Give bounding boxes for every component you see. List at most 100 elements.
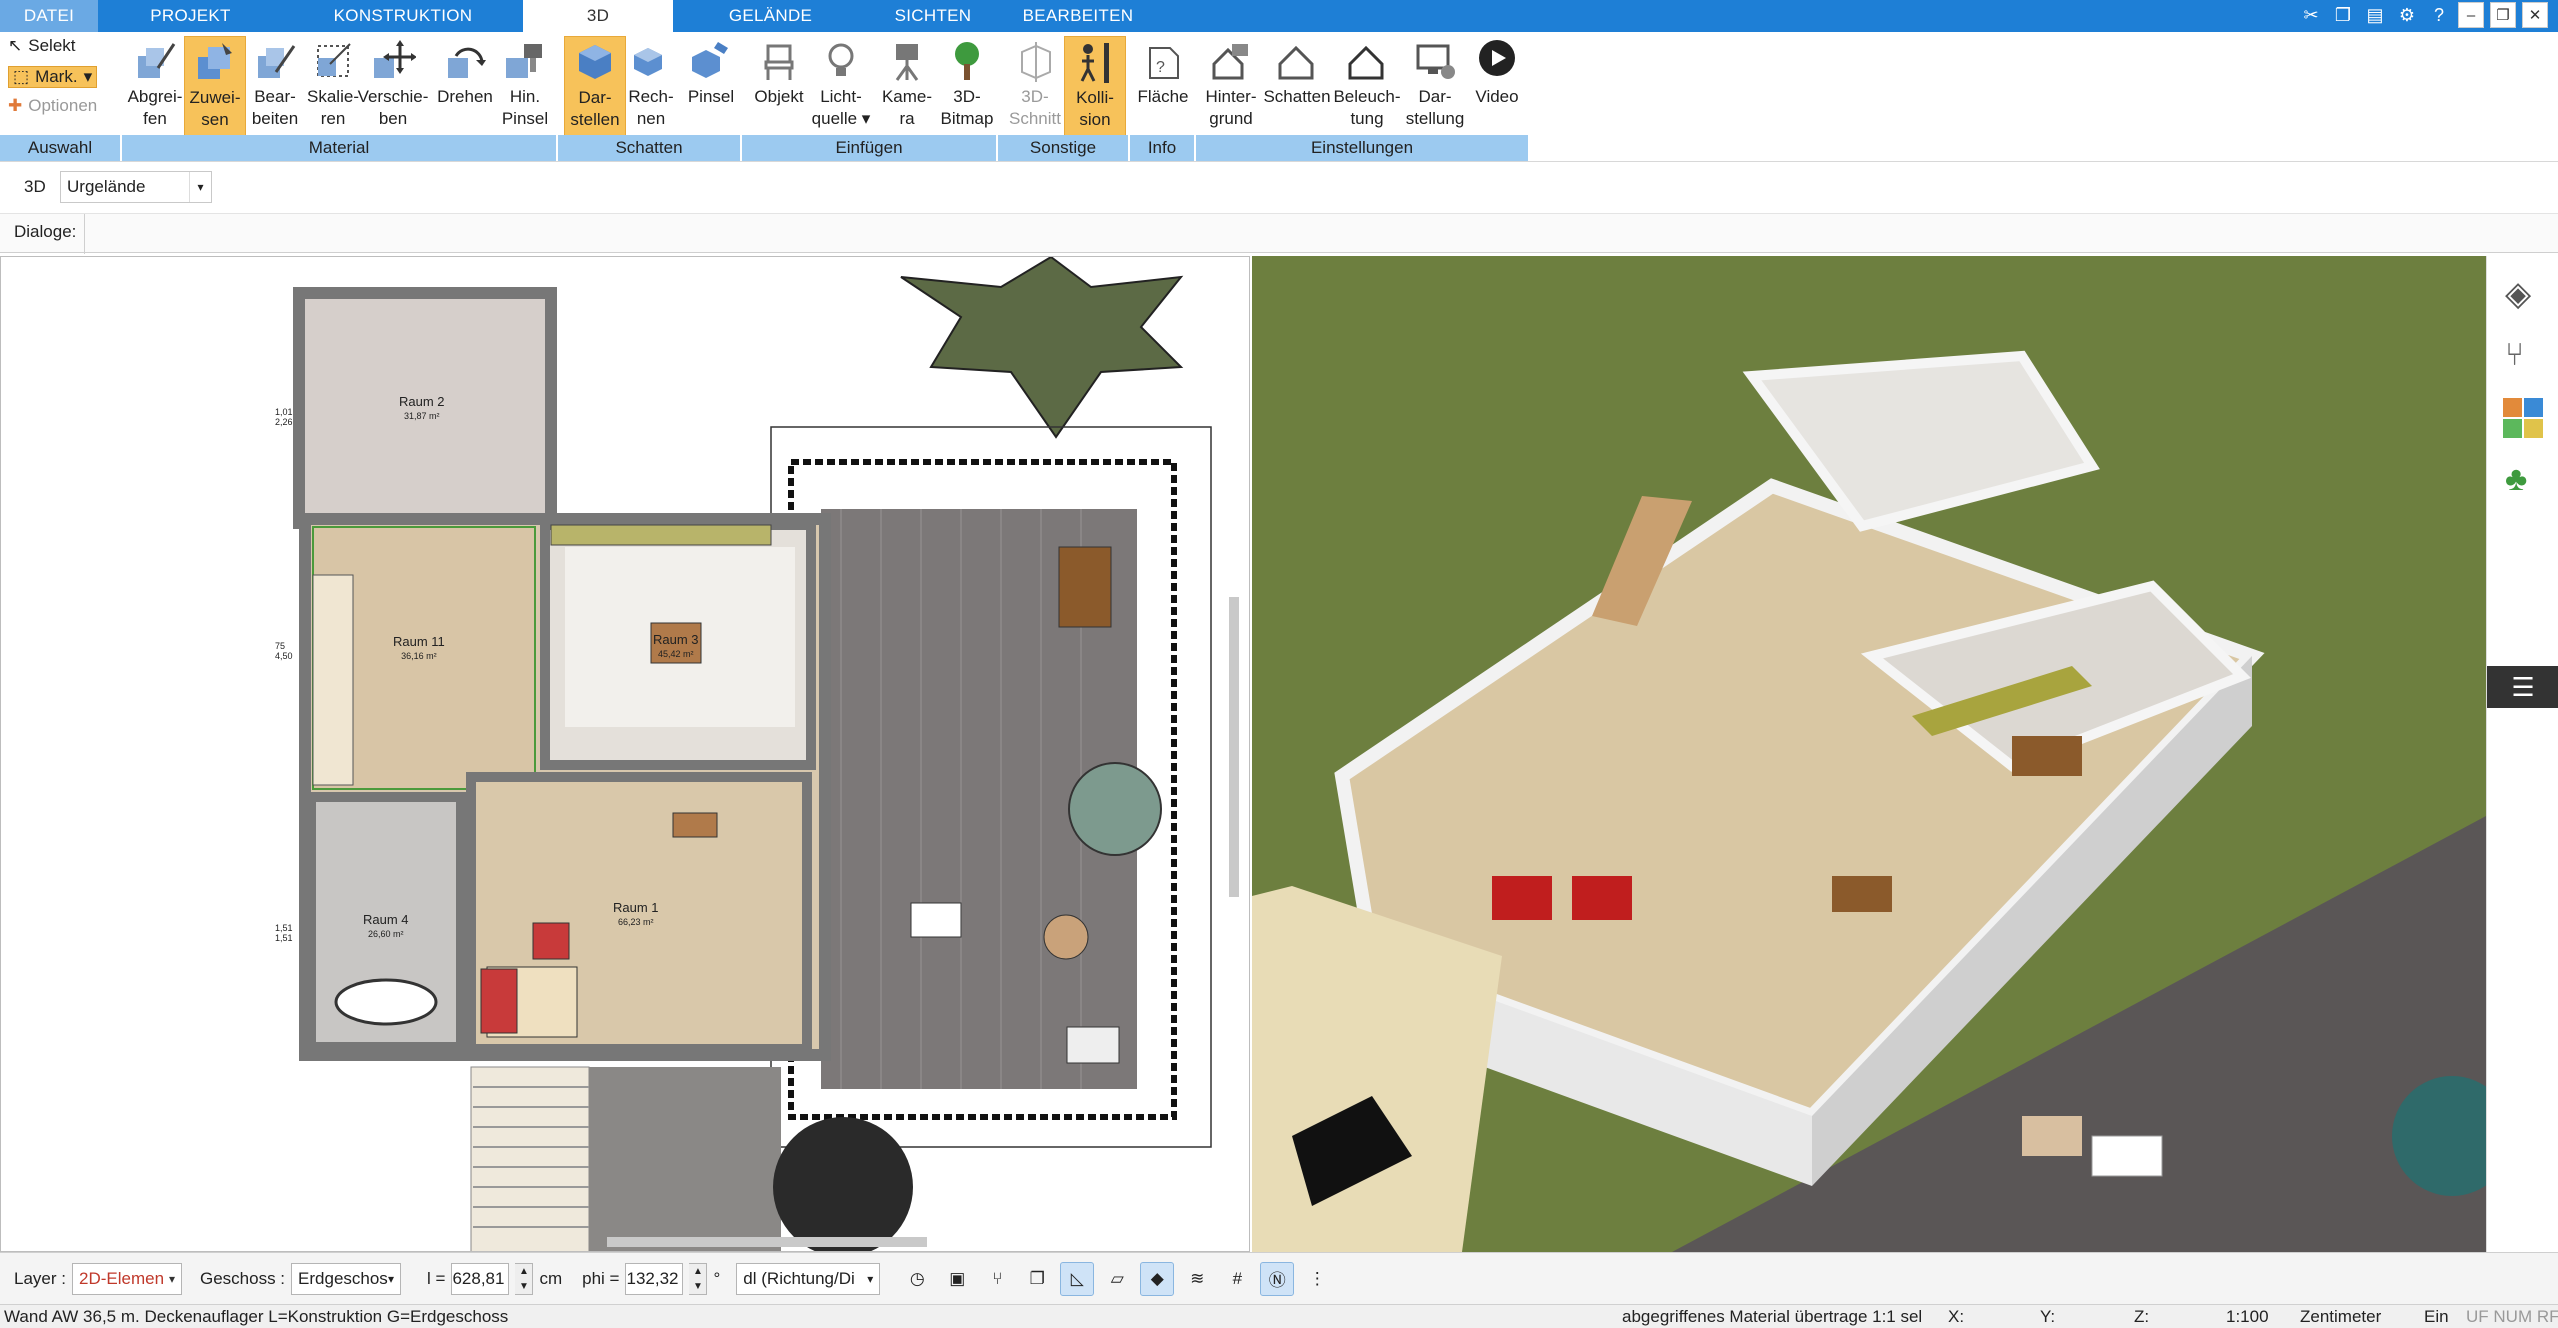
room-label-raum-3: Raum 3 45,42 m² [653, 632, 699, 660]
collision-button[interactable]: Kolli-sion [1064, 36, 1126, 136]
layer-select[interactable]: 2D-Elemen ▾ [71, 1262, 182, 1295]
layout-icon[interactable]: ▤ [2362, 2, 2388, 28]
assign-icon [198, 43, 232, 79]
shadow-brush-button[interactable]: Pinsel [680, 36, 742, 136]
snap-line-icon[interactable]: ◺ [1060, 1261, 1095, 1296]
3d-bitmap-button[interactable]: 3D- Bitmap [936, 36, 998, 136]
plan-vertical-scrollbar[interactable] [1229, 597, 1239, 897]
3d-section-button[interactable]: 3D- Schnitt [1004, 36, 1066, 136]
copy-icon[interactable]: ❐ [2330, 2, 2356, 28]
copy-objects-icon[interactable]: ❐ [1020, 1262, 1054, 1296]
help-icon[interactable]: ? [2426, 2, 2452, 28]
plane-icon[interactable]: ◆ [1140, 1261, 1175, 1296]
terrain-icon[interactable]: ≋ [1180, 1262, 1214, 1296]
shadows-button[interactable]: Schatten [1263, 36, 1331, 136]
plant-catalog-icon[interactable]: ♣ [2505, 460, 2527, 499]
group-info: Info [1130, 135, 1196, 161]
collision-icon [1080, 43, 1109, 83]
tab-datei[interactable]: DATEI [0, 0, 98, 32]
status-x: X: [1948, 1307, 1965, 1326]
area-info-button[interactable]: ? Fläche [1132, 36, 1194, 136]
hamburger-menu-icon[interactable]: ☰ [2487, 666, 2558, 708]
status-y: Y: [2040, 1307, 2056, 1326]
scale-material-button[interactable]: Skalie-ren [302, 36, 364, 136]
move-material-button[interactable]: Verschie-ben [358, 36, 428, 136]
round-table [1043, 914, 1089, 960]
lighting-button[interactable]: Beleuch-tung [1333, 36, 1401, 136]
floor-select[interactable]: Erdgeschos ▾ [291, 1262, 402, 1295]
video-button[interactable]: Video [1466, 36, 1528, 136]
insert-object-button[interactable]: Objekt [748, 36, 810, 136]
group-einstellungen: Einstellungen [1196, 135, 1530, 161]
brush-hint-button[interactable]: Hin. Pinsel [494, 36, 556, 136]
rotate-icon [448, 47, 486, 78]
select-tool[interactable]: ↖ Selekt [8, 36, 76, 56]
grid-icon[interactable]: # [1220, 1262, 1254, 1296]
pick-material-button[interactable]: Abgrei-fen [124, 36, 186, 136]
room-label-raum-1: Raum 1 66,23 m² [613, 900, 659, 928]
length-input[interactable]: 628,81 [451, 1262, 510, 1295]
3d-view[interactable] [1252, 256, 2486, 1252]
phi-input[interactable]: 132,32 [625, 1262, 684, 1295]
options-tool[interactable]: ✚ Optionen [8, 96, 97, 116]
light-source-button[interactable]: Licht-quelle ▾ [810, 36, 872, 136]
edit-material-button[interactable]: Bear-beiten [244, 36, 306, 136]
assign-material-button[interactable]: Zuwei-sen [184, 36, 246, 136]
length-field: l = 628,81 ▲ ▼ cm [427, 1262, 562, 1295]
camera-button[interactable]: Kame-ra [876, 36, 938, 136]
close-button[interactable]: ✕ [2522, 2, 2548, 28]
chair-tool-icon[interactable]: ⑂ [980, 1262, 1014, 1296]
compute-shadow-button[interactable]: Rech-nen [620, 36, 682, 136]
view-mode-row: 3D Urgelände ▾ [0, 163, 2558, 213]
scale-icon [317, 43, 351, 77]
terrain-select[interactable]: Urgelände ▾ [60, 171, 212, 203]
minimize-button[interactable]: – [2458, 2, 2484, 28]
status-mode: Ein [2424, 1307, 2449, 1326]
tree-symbol [900, 257, 1184, 439]
mark-tool[interactable]: ⬚ Mark. ▾ [8, 66, 98, 88]
layer-field: Layer : 2D-Elemen ▾ [14, 1262, 182, 1295]
clock-icon[interactable]: ◷ [900, 1262, 934, 1296]
brush-icon [692, 42, 728, 78]
driveway [589, 1067, 781, 1251]
tab-sichten[interactable]: SICHTEN [868, 0, 998, 32]
lounge-chair-3d [2022, 1116, 2082, 1156]
materials-icon[interactable] [2503, 398, 2543, 438]
layers-icon[interactable]: ◈ [2505, 274, 2531, 314]
show-shadow-button[interactable]: Dar-stellen [564, 36, 626, 136]
direction-field: dl (Richtung/Di ▾ [736, 1262, 881, 1295]
direction-select[interactable]: dl (Richtung/Di ▾ [736, 1262, 881, 1295]
north-icon[interactable]: Ⓝ [1260, 1261, 1295, 1296]
tab-3d[interactable]: 3D [523, 0, 673, 32]
restore-button[interactable]: ❐ [2490, 2, 2516, 28]
floor-plan-view[interactable]: Raum 2 31,87 m² Raum 11 36,16 m² Raum 3 45,… [0, 256, 1250, 1252]
tools-icon[interactable]: ✂ [2298, 2, 2324, 28]
screen-icon[interactable]: ▣ [940, 1262, 974, 1296]
display-settings-button[interactable]: Dar-stellung [1404, 36, 1466, 136]
lounger [1066, 1026, 1120, 1064]
background-button[interactable]: Hinter-grund [1200, 36, 1262, 136]
plan-horizontal-scrollbar[interactable] [607, 1237, 927, 1247]
tab-projekt[interactable]: PROJEKT [98, 0, 283, 32]
tab-gelaende[interactable]: GELÄNDE [673, 0, 868, 32]
rotate-material-button[interactable]: Drehen [434, 36, 496, 136]
length-spinner[interactable]: ▲ ▼ [515, 1262, 534, 1295]
tab-konstruktion[interactable]: KONSTRUKTION [283, 0, 523, 32]
background-icon [1212, 44, 1248, 80]
more-options-icon[interactable]: ⋮ [1300, 1262, 1334, 1296]
settings-icon[interactable]: ⚙ [2394, 2, 2420, 28]
walls-icon[interactable]: ▱ [1100, 1262, 1134, 1296]
dialogs-row: Dialoge: [0, 213, 2558, 254]
monitor-icon [1416, 44, 1455, 79]
room-label-raum-11: Raum 11 36,16 m² [393, 634, 445, 662]
chair-catalog-icon[interactable]: ⑂ [2505, 336, 2524, 373]
brush-hint-icon [506, 44, 542, 78]
lounge-table-3d [2091, 1135, 2163, 1177]
room-label-raum-4: Raum 4 26,60 m² [363, 912, 409, 940]
dining-table-3d [2012, 736, 2082, 776]
phi-spinner[interactable]: ▲ ▼ [689, 1262, 708, 1295]
bench [1058, 546, 1112, 628]
dimension-label: 1,01 2,26 [275, 407, 293, 427]
tab-bearbeiten[interactable]: BEARBEITEN [998, 0, 1158, 32]
chevron-down-icon: ▾ [867, 1271, 874, 1286]
